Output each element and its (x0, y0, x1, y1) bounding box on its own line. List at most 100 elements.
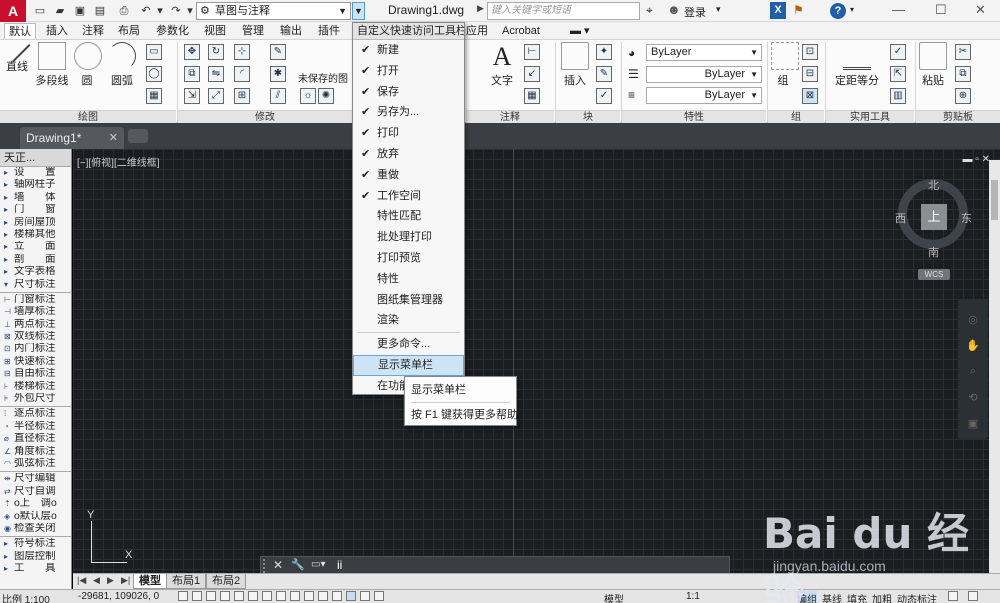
compass-west[interactable]: 西 (895, 210, 906, 226)
maximize-icon[interactable]: ☐ (935, 2, 947, 18)
menu-item-print[interactable]: ✔ 打印 (353, 123, 464, 144)
palette-item[interactable]: ▾ 尺寸标注 (0, 279, 71, 291)
first-tab-icon[interactable]: |◀ (77, 575, 86, 586)
menu-item-save[interactable]: ✔ 保存 (353, 82, 464, 103)
leader-icon[interactable]: ↙ (524, 66, 540, 82)
snap-icon[interactable] (192, 591, 202, 601)
ribbon-toggle-icon[interactable]: ▬ ▾ (566, 23, 594, 39)
line-button[interactable]: 直线 (3, 35, 31, 74)
tab-manage[interactable]: 管理 (238, 23, 268, 39)
menu-item-redo[interactable]: ✔ 重做 (353, 165, 464, 186)
modify-panel-label[interactable]: 修改 (178, 110, 352, 123)
tab-layout[interactable]: 布局 (114, 23, 144, 39)
steering-wheel-icon[interactable]: ◎ (966, 313, 980, 327)
palette-item[interactable]: ▸ 工 具 (0, 563, 71, 575)
palette-item[interactable]: ∠ 角度标注 (0, 446, 71, 458)
infer-constraints-icon[interactable] (178, 591, 188, 601)
pan-icon[interactable]: ✋ (966, 339, 980, 353)
tab-annotate[interactable]: 注释 (78, 23, 108, 39)
rotate-icon[interactable]: ↻ (208, 44, 224, 60)
edit-block-icon[interactable]: ✎ (596, 66, 612, 82)
menu-item-more-commands[interactable]: 更多命令... (353, 334, 464, 355)
palette-item[interactable]: ⊢ 门窗标注 (0, 294, 71, 306)
open-folder-icon[interactable]: ▰ (52, 3, 68, 19)
palette-item[interactable]: ⊦ 楼梯标注 (0, 381, 71, 393)
viewcube-top-face[interactable]: 上 (921, 204, 947, 230)
tab-layout1[interactable]: 布局1 (166, 574, 207, 589)
palette-item[interactable]: ▸ 图层控制 (0, 551, 71, 563)
tab-plugins[interactable]: 插件 (314, 23, 344, 39)
tab-layout2[interactable]: 布局2 (206, 574, 247, 589)
annotation-monitor-icon[interactable] (374, 591, 384, 601)
arc-button[interactable]: 圆弧 (108, 42, 136, 88)
create-block-icon[interactable]: ✦ (596, 44, 612, 60)
palette-item[interactable]: ◠ 弧弦标注 (0, 458, 71, 470)
ducs-icon[interactable] (290, 591, 300, 601)
vertical-scrollbar[interactable] (989, 160, 1000, 573)
palette-item[interactable]: ▸ 门 窗 (0, 204, 71, 216)
explode-icon[interactable]: ✱ (270, 66, 286, 82)
drag-handle[interactable] (263, 559, 267, 573)
tab-acrobat[interactable]: Acrobat (498, 23, 544, 39)
polar-icon[interactable] (234, 591, 244, 601)
menu-item-render[interactable]: 渲染 (353, 310, 464, 331)
grid-icon[interactable] (206, 591, 216, 601)
command-input[interactable]: ii (337, 558, 342, 572)
model-space-toggle[interactable]: 模型 (604, 591, 624, 603)
palette-item[interactable]: ⊣ 墙厚标注 (0, 306, 71, 318)
menu-item-show-menubar[interactable]: 显示菜单栏 (353, 354, 464, 376)
scrollbar-thumb[interactable] (991, 180, 998, 220)
transparency-icon[interactable] (332, 591, 342, 601)
block-panel-label[interactable]: 块 (556, 110, 620, 123)
erase-icon[interactable]: ✎ (270, 44, 286, 60)
circle-button[interactable]: 圆 (74, 42, 102, 88)
scale-readout[interactable]: 比例 1:100 (2, 591, 50, 603)
menu-item-sheet-set-manager[interactable]: 图纸集管理器 (353, 290, 464, 311)
tab-output[interactable]: 输出 (276, 23, 306, 39)
new-tab-button[interactable] (128, 129, 148, 143)
exchange-apps-icon[interactable]: X (770, 2, 786, 19)
palette-item[interactable]: ◈ o默认层o (0, 511, 71, 523)
menu-item-batch-plot[interactable]: 批处理打印 (353, 227, 464, 248)
binoculars-icon[interactable]: ⌖ (646, 3, 653, 18)
match-properties-icon[interactable]: ⊕ (955, 88, 971, 104)
lineweight-toggle-icon[interactable] (318, 591, 328, 601)
palette-item[interactable]: ▸ 符号标注 (0, 538, 71, 550)
otrack-icon[interactable] (276, 591, 286, 601)
annotation-panel-label[interactable]: 注释 (466, 110, 554, 123)
palette-item[interactable]: ⊞ 快速标注 (0, 356, 71, 368)
autodesk-app-icon[interactable]: ⚑ (793, 3, 804, 17)
lineweight-select[interactable]: ByLayer ▼ (646, 66, 762, 83)
menu-item-new[interactable]: ✔ 新建 (353, 40, 464, 61)
menu-item-undo[interactable]: ✔ 放弃 (353, 144, 464, 165)
tab-model[interactable]: 模型 (133, 574, 167, 589)
palette-item[interactable]: ⊡ 内门标注 (0, 343, 71, 355)
close-icon[interactable]: ✕ (975, 2, 986, 18)
tab-view[interactable]: 视图 (200, 23, 230, 39)
new-file-icon[interactable]: ▭ (32, 3, 48, 19)
palette-title[interactable]: 天正... (0, 149, 71, 167)
stretch-icon[interactable]: ⇲ (184, 88, 200, 104)
command-line[interactable]: ✕ 🔧 ▭▾ ii (260, 556, 730, 574)
annotation-scale[interactable]: 1:1 (686, 591, 700, 602)
calculator-icon[interactable]: ▥ (890, 88, 906, 104)
palette-item[interactable]: ⇄ 尺寸自调 (0, 486, 71, 498)
last-tab-icon[interactable]: ▶| (121, 575, 130, 586)
close-icon[interactable]: ✕ (109, 127, 118, 149)
properties-panel-label[interactable]: 特性 (622, 110, 766, 123)
document-tab[interactable]: Drawing1* ✕ (20, 127, 124, 149)
login-button[interactable]: 登录 (684, 4, 706, 20)
offset-icon[interactable]: ⫽ (270, 88, 286, 104)
fillet-icon[interactable]: ◜ (234, 66, 250, 82)
palette-item[interactable]: ⊧ 外包尺寸 (0, 393, 71, 405)
palette-item[interactable]: ◔ 半径标注 (0, 421, 71, 433)
palette-item[interactable]: ⇡ o上 调o (0, 498, 71, 510)
bulb-icon[interactable]: ☼ (300, 88, 316, 104)
print-icon[interactable]: ⎙ (116, 3, 132, 19)
quick-select-icon[interactable]: ✓ (890, 44, 906, 60)
ortho-icon[interactable] (220, 591, 230, 601)
quick-properties-icon[interactable] (346, 591, 356, 601)
minimize-icon[interactable]: — (892, 2, 905, 17)
viewport-window-controls[interactable]: ▬ ▫ ✕ (963, 154, 990, 165)
chevron-down-icon[interactable]: ▾ (716, 4, 721, 15)
